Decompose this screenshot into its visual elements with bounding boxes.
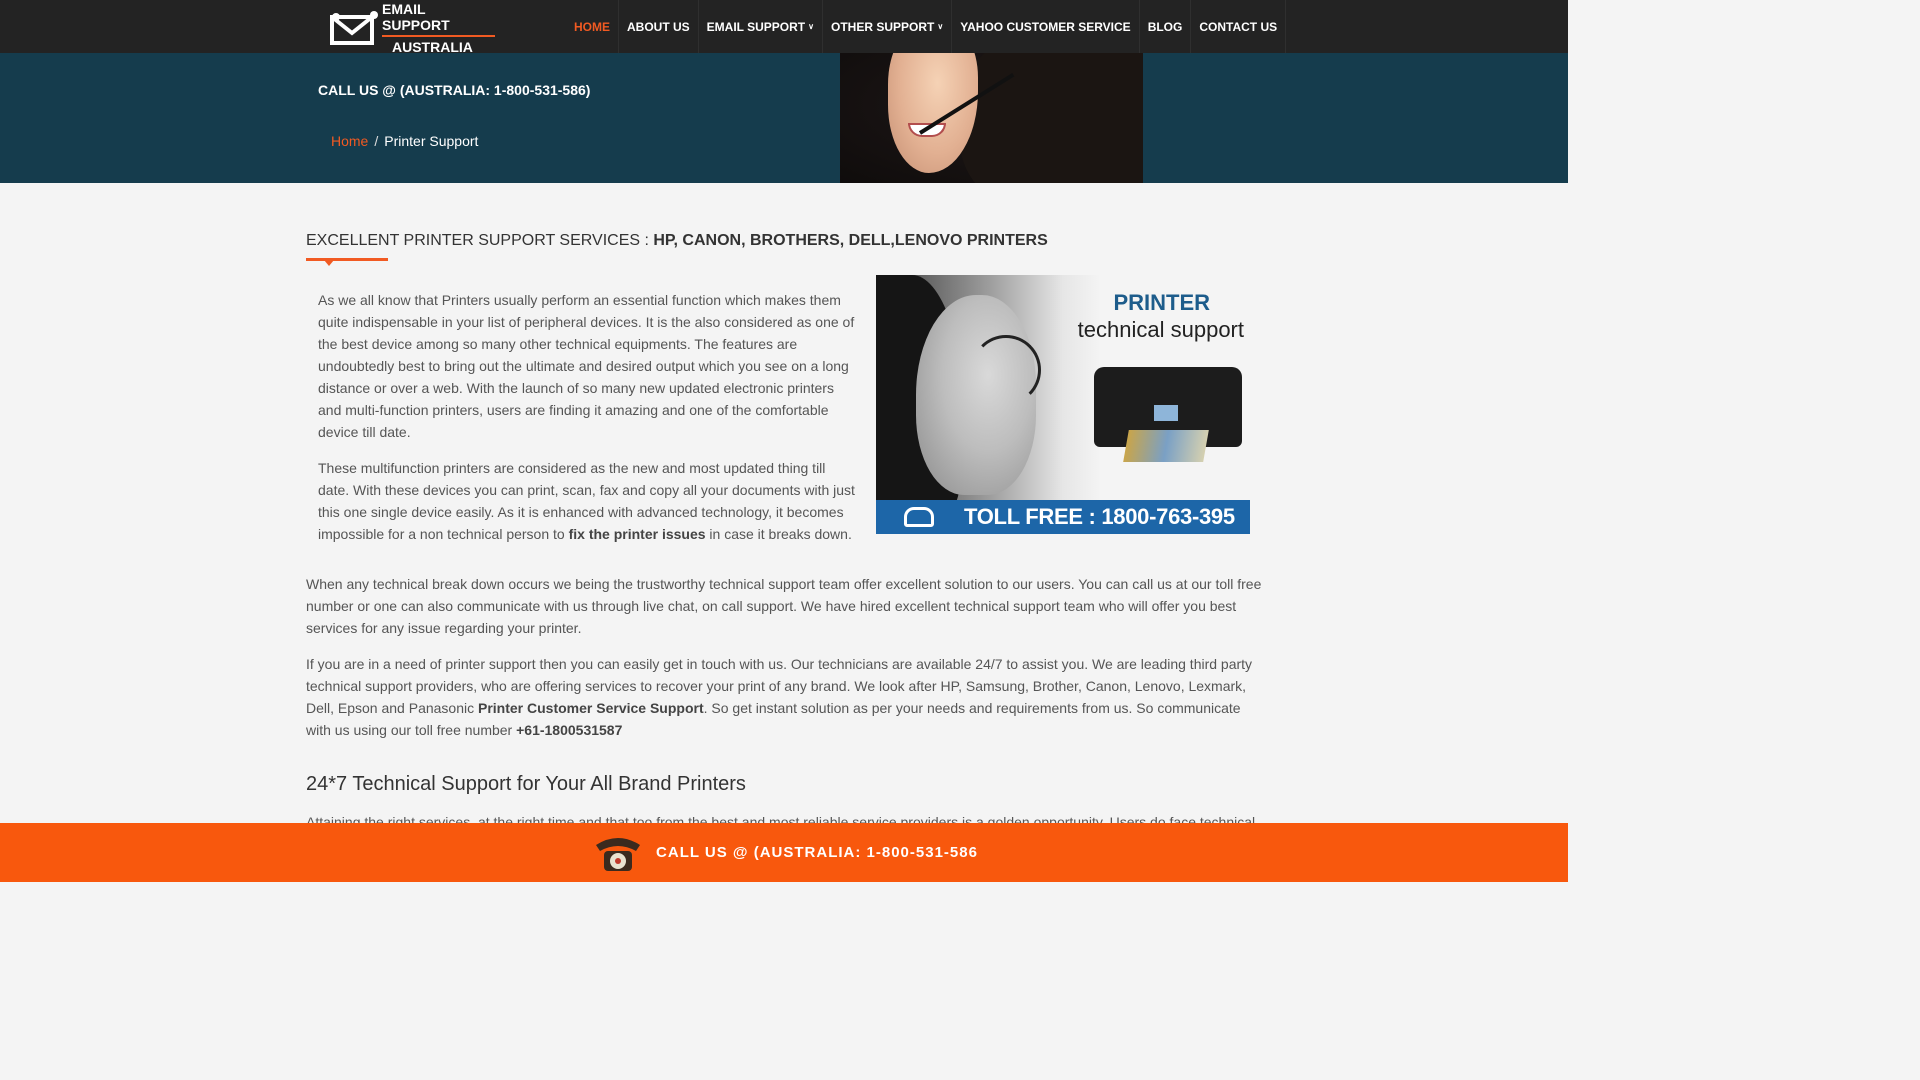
headset-icon — [971, 335, 1041, 405]
nav-contact-us[interactable]: CONTACT US — [1191, 0, 1287, 53]
nav-home[interactable]: HOME — [566, 0, 619, 53]
paragraph-1: As we all know that Printers usually per… — [318, 292, 855, 440]
logo-text: EMAIL SUPPORT AUSTRALIA — [382, 1, 495, 55]
page-banner — [0, 53, 1568, 183]
nav-contact-us-label: CONTACT US — [1199, 19, 1278, 34]
site-logo[interactable]: EMAIL SUPPORT AUSTRALIA — [330, 1, 495, 55]
banner-photo — [840, 53, 1143, 183]
chevron-down-icon: ∨ — [808, 22, 814, 31]
paragraph-2: These multifunction printers are conside… — [318, 457, 858, 545]
promo-tollfree-bar: TOLL FREE : 1800-763-395 — [876, 500, 1250, 534]
promo-title-printer: PRINTER — [1113, 290, 1210, 315]
banner-call-us: CALL US @ (AUSTRALIA: 1-800-531-586) — [318, 82, 591, 98]
section-title: EXCELLENT PRINTER SUPPORT SERVICES : HP,… — [306, 232, 1048, 250]
toll-free-number: +61-1800531587 — [516, 722, 623, 738]
nav-other-support[interactable]: OTHER SUPPORT ∨ — [823, 0, 953, 53]
nav-home-label: HOME — [574, 19, 610, 34]
printer-screen — [1154, 405, 1178, 421]
chevron-down-icon: ∨ — [937, 22, 944, 31]
nav-about-us-label: ABOUT US — [627, 19, 690, 34]
section-title-normal: EXCELLENT PRINTER SUPPORT SERVICES : — [306, 232, 654, 249]
banner-photo-hair — [960, 53, 1143, 183]
envelope-logo-icon — [330, 11, 378, 45]
promo-tollfree-text: TOLL FREE : 1800-763-395 — [964, 504, 1235, 529]
main-nav: HOME ABOUT US EMAIL SUPPORT ∨ OTHER SUPPO… — [566, 0, 1287, 53]
breadcrumb: Home / Printer Support — [331, 133, 478, 149]
breadcrumb-current: Printer Support — [384, 133, 479, 149]
paragraph-2-tail: in case it breaks down. — [705, 526, 852, 542]
printer-customer-service-support-text: Printer Customer Service Support — [478, 700, 704, 716]
subheading-24x7: 24*7 Technical Support for Your All Bran… — [306, 773, 746, 795]
paragraph-4: If you are in a need of printer support … — [306, 653, 1266, 741]
title-caret-icon — [324, 260, 334, 266]
nav-blog-label: BLOG — [1147, 19, 1183, 34]
nav-about-us[interactable]: ABOUT US — [619, 0, 699, 53]
sticky-call-bar[interactable]: CALL US @ (AUSTRALIA: 1-800-531-586 — [0, 823, 1568, 882]
fix-printer-issues-text: fix the printer issues — [568, 526, 706, 542]
section-title-bold: HP, CANON, BROTHERS, DELL,LENOVO PRINTER… — [653, 232, 1048, 249]
nav-blog[interactable]: BLOG — [1140, 0, 1192, 53]
promo-title-technical-support: technical support — [1077, 317, 1244, 342]
logo-line-1: EMAIL SUPPORT — [382, 1, 495, 37]
nav-email-support-label: EMAIL SUPPORT — [706, 19, 806, 34]
vintage-telephone-icon — [590, 831, 646, 875]
title-underline — [306, 258, 388, 261]
nav-yahoo-customer-service[interactable]: YAHOO CUSTOMER SERVICE — [952, 0, 1140, 53]
paragraph-3: When any technical break down occurs we … — [306, 576, 1262, 636]
printer-paper — [1123, 430, 1209, 462]
nav-email-support[interactable]: EMAIL SUPPORT ∨ — [699, 0, 823, 53]
top-navigation-bar: EMAIL SUPPORT AUSTRALIA HOME ABOUT US EM… — [0, 0, 1568, 55]
nav-other-support-label: OTHER SUPPORT — [831, 19, 935, 34]
nav-yahoo-label: YAHOO CUSTOMER SERVICE — [960, 19, 1131, 34]
breadcrumb-home-link[interactable]: Home — [331, 133, 368, 149]
printer-support-promo-image: PRINTER technical support TOLL FREE : 18… — [876, 275, 1250, 534]
telephone-icon — [904, 507, 934, 527]
breadcrumb-separator: / — [374, 133, 379, 149]
call-bar-text: CALL US @ (AUSTRALIA: 1-800-531-586 — [656, 844, 978, 861]
